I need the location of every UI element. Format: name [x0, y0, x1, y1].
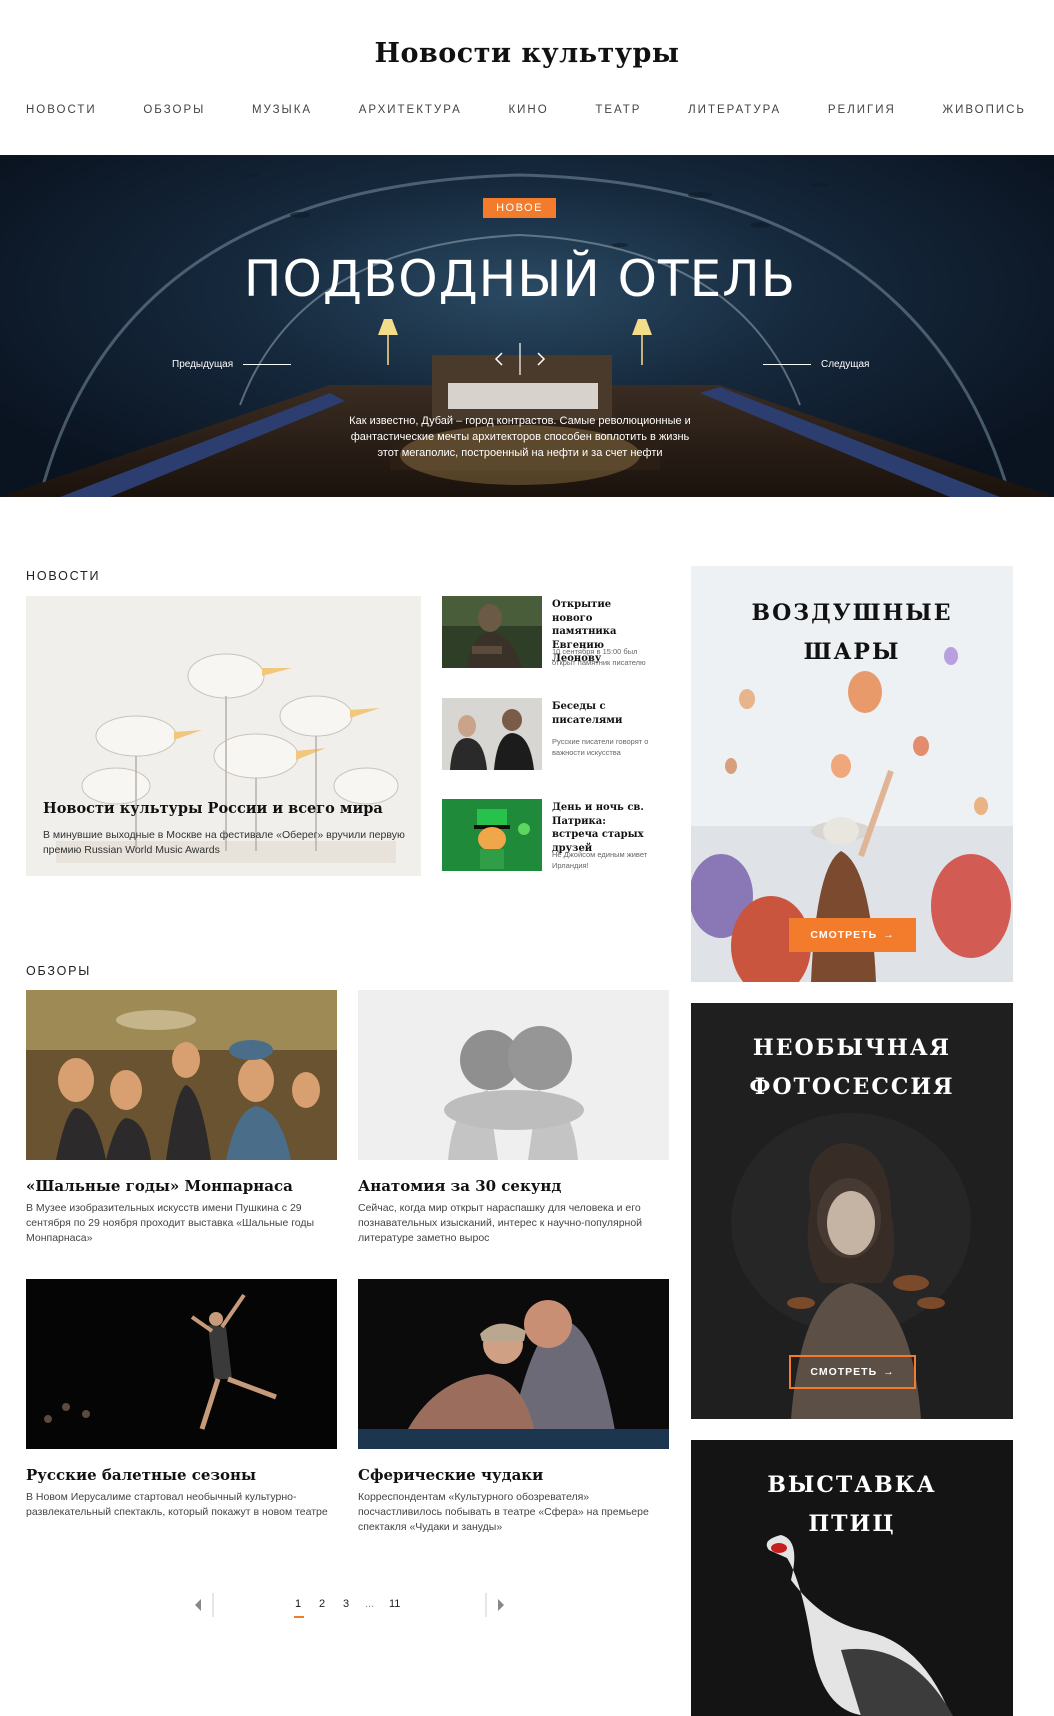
pagination-page-last[interactable]: 11	[389, 1598, 400, 1610]
review-card-title[interactable]: Сферические чудаки	[358, 1466, 669, 1484]
hero-next-label: Следущая	[821, 359, 870, 370]
pagination-page-2[interactable]: 2	[319, 1598, 325, 1610]
news-item[interactable]: Открытие нового памятника Евгению Леонов…	[442, 596, 672, 668]
site-title[interactable]: Новости культуры	[0, 38, 1054, 69]
review-card-image	[26, 1279, 337, 1449]
nav-item-architecture[interactable]: АРХИТЕКТУРА	[359, 104, 462, 116]
side-card-title-line: ВЫСТАВКА	[767, 1472, 937, 1498]
hero-next-line	[763, 364, 811, 365]
review-card-title[interactable]: Анатомия за 30 секунд	[358, 1177, 669, 1195]
side-card-title-line: ШАРЫ	[803, 639, 901, 665]
news-item-title[interactable]: День и ночь св. Патрика: встреча старых …	[552, 801, 652, 855]
side-card-title-line: ВОЗДУШНЫЕ	[751, 600, 953, 626]
hero-slider: НОВОЕ ПОДВОДНЫЙ ОТЕЛЬ Предыдущая Следуща…	[0, 155, 1054, 497]
side-card-title-line: ФОТОСЕССИЯ	[749, 1074, 955, 1100]
review-card-image	[26, 990, 337, 1160]
news-main-text: В минувшие выходные в Москве на фестивал…	[43, 829, 405, 856]
news-item-thumb	[442, 698, 542, 770]
hero-badge: НОВОЕ	[483, 198, 556, 218]
hero-arrow-left-icon[interactable]	[494, 352, 503, 366]
nav-item-literature[interactable]: ЛИТЕРАТУРА	[688, 104, 781, 116]
news-item-text: Русские писатели говорят о важности иску…	[552, 737, 649, 757]
pagination-next-icon[interactable]	[484, 1593, 512, 1617]
review-card-text: В Музее изобразительных искусств имени П…	[26, 1202, 315, 1244]
nav-item-cinema[interactable]: КИНО	[508, 104, 548, 116]
side-card-title: ВОЗДУШНЫЕ ШАРЫ	[691, 594, 1013, 672]
hero-arrows	[494, 343, 546, 375]
review-card-title[interactable]: «Шальные годы» Монпарнаса	[26, 1177, 337, 1195]
hero-arrow-right-icon[interactable]	[537, 352, 546, 366]
hero-prev-line	[243, 364, 292, 365]
side-card-birds[interactable]: ВЫСТАВКА ПТИЦ	[691, 1440, 1013, 1716]
pagination-active-indicator	[294, 1616, 304, 1618]
review-card-image	[358, 1279, 669, 1449]
review-card[interactable]: Русские балетные сезоны В Новом Иерусали…	[26, 1279, 337, 1520]
nav-item-news[interactable]: НОВОСТИ	[26, 104, 97, 116]
nav-item-theatre[interactable]: ТЕАТР	[595, 104, 641, 116]
section-label-reviews: ОБЗОРЫ	[26, 964, 92, 978]
pagination-ellipsis: ...	[365, 1598, 375, 1610]
pagination-page-3[interactable]: 3	[343, 1598, 349, 1610]
nav-item-reviews[interactable]: ОБЗОРЫ	[143, 104, 205, 116]
pagination-prev-icon[interactable]	[187, 1593, 215, 1617]
hero-next-link[interactable]: Следущая	[763, 359, 869, 370]
news-item[interactable]: День и ночь св. Патрика: встреча старых …	[442, 799, 672, 871]
review-card-text: Корреспондентам «Культурного обозревател…	[358, 1491, 649, 1533]
section-label-news: НОВОСТИ	[26, 569, 101, 583]
side-card-title-line: ПТИЦ	[808, 1511, 896, 1537]
review-card-text: В Новом Иерусалиме стартовал необычный к…	[26, 1491, 328, 1518]
side-card-balloons[interactable]: ВОЗДУШНЫЕ ШАРЫ СМОТРЕТЬ →	[691, 566, 1013, 982]
news-item-thumb	[442, 596, 542, 668]
nav-item-painting[interactable]: ЖИВОПИСЬ	[942, 104, 1026, 116]
hero-description: Как известно, Дубай – город контрастов. …	[349, 415, 691, 459]
side-card-photosession[interactable]: НЕОБЫЧНАЯ ФОТОСЕССИЯ СМОТРЕТЬ →	[691, 1003, 1013, 1419]
view-button-label: СМОТРЕТЬ	[810, 929, 878, 941]
side-card-title: ВЫСТАВКА ПТИЦ	[691, 1466, 1013, 1544]
nav-item-music[interactable]: МУЗЫКА	[252, 104, 312, 116]
news-item-title[interactable]: Беседы с писателями	[552, 700, 652, 727]
review-card-title[interactable]: Русские балетные сезоны	[26, 1466, 337, 1484]
news-item-text: Не Джойсом единым живет Ирландия!	[552, 850, 648, 870]
review-card[interactable]: «Шальные годы» Монпарнаса В Музее изобра…	[26, 990, 337, 1246]
pagination: 1 2 3 ... 11	[187, 1593, 512, 1618]
news-main-card[interactable]: Новости культуры России и всего мира В м…	[26, 596, 421, 876]
hero-title[interactable]: ПОДВОДНЫЙ ОТЕЛЬ	[0, 250, 1040, 308]
view-button-label: СМОТРЕТЬ	[810, 1366, 878, 1378]
news-item[interactable]: Беседы с писателями Русские писатели гов…	[442, 698, 672, 770]
news-item-thumb	[442, 799, 542, 871]
hero-prev-label: Предыдущая	[172, 359, 234, 370]
arrow-right-icon: →	[883, 929, 895, 941]
side-card-title-line: НЕОБЫЧНАЯ	[752, 1035, 952, 1061]
review-card-text: Сейчас, когда мир открыт нараспашку для …	[358, 1202, 643, 1244]
review-card[interactable]: Сферические чудаки Корреспондентам «Куль…	[358, 1279, 669, 1535]
view-button[interactable]: СМОТРЕТЬ →	[789, 1355, 916, 1389]
news-item-text: 10 сентября в 15:00 был открыт памятник …	[552, 647, 646, 667]
view-button[interactable]: СМОТРЕТЬ →	[789, 918, 916, 952]
hero-prev-link[interactable]: Предыдущая	[172, 359, 292, 370]
side-card-title: НЕОБЫЧНАЯ ФОТОСЕССИЯ	[691, 1029, 1013, 1107]
main-nav: НОВОСТИ ОБЗОРЫ МУЗЫКА АРХИТЕКТУРА КИНО Т…	[26, 104, 1026, 116]
arrow-right-icon: →	[883, 1366, 895, 1378]
nav-item-religion[interactable]: РЕЛИГИЯ	[828, 104, 896, 116]
pagination-page-1[interactable]: 1	[295, 1598, 301, 1610]
news-main-title[interactable]: Новости культуры России и всего мира	[43, 800, 413, 817]
review-card[interactable]: Анатомия за 30 секунд Сейчас, когда мир …	[358, 990, 669, 1246]
review-card-image	[358, 990, 669, 1160]
